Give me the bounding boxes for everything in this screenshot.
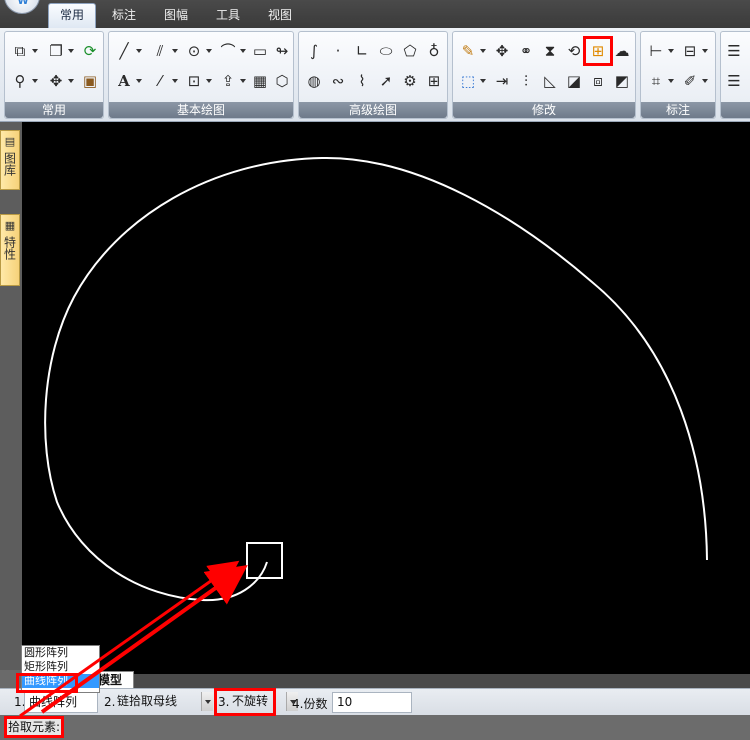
arrow-to-pick-box [40, 565, 248, 714]
annotation-arrows [19, 560, 248, 718]
arrow-to-curve [19, 560, 240, 718]
